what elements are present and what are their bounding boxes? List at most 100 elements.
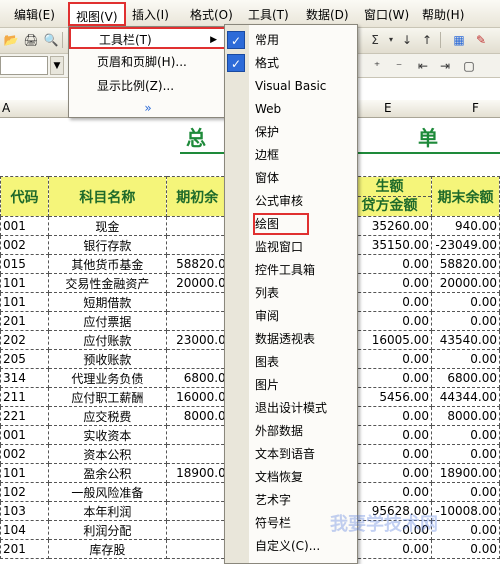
cell-code[interactable]: 205 xyxy=(0,349,49,369)
submenu-item[interactable]: 外部数据 xyxy=(255,420,303,442)
cell-opening[interactable] xyxy=(165,425,229,445)
submenu-item[interactable]: 符号栏 xyxy=(255,512,291,534)
cell-code[interactable]: 314 xyxy=(0,368,49,388)
submenu-item[interactable]: 文本到语音 xyxy=(255,443,315,465)
cell-opening[interactable]: 20000.0 xyxy=(165,273,229,293)
cell-opening[interactable] xyxy=(165,501,229,521)
cell-code[interactable]: 001 xyxy=(0,216,49,236)
cell-code[interactable]: 015 xyxy=(0,254,49,274)
increase-indent-icon[interactable]: ⇥ xyxy=(436,57,454,75)
cell-credit[interactable]: 0.00 xyxy=(347,482,432,502)
cell-closing[interactable]: -23049.00 xyxy=(430,235,500,255)
cell-opening[interactable] xyxy=(165,349,229,369)
cell-name[interactable]: 本年利润 xyxy=(47,501,167,521)
increase-decimal-icon[interactable]: ⁺ xyxy=(368,57,386,75)
cell-code[interactable]: 201 xyxy=(0,539,49,559)
cell-opening[interactable]: 8000.0 xyxy=(165,406,229,426)
chart-icon[interactable]: ▦ xyxy=(450,31,468,49)
menu-item-toolbars[interactable]: 工具栏(T) ▶ xyxy=(69,27,227,49)
cell-closing[interactable]: 0.00 xyxy=(430,425,500,445)
cell-credit[interactable]: 0.00 xyxy=(347,463,432,483)
cell-closing[interactable]: 6800.00 xyxy=(430,368,500,388)
cell-closing[interactable]: -10008.00 xyxy=(430,501,500,521)
submenu-item[interactable]: Visual Basic xyxy=(255,75,326,97)
cell-credit[interactable]: 16005.00 xyxy=(347,330,432,350)
menu-format[interactable]: 格式(O) xyxy=(190,6,233,23)
preview-icon[interactable]: 🔍 xyxy=(42,31,60,49)
submenu-item[interactable]: 公式审核 xyxy=(255,190,303,212)
cell-code[interactable]: 102 xyxy=(0,482,49,502)
cell-credit[interactable]: 0.00 xyxy=(347,539,432,559)
cell-opening[interactable]: 16000.0 xyxy=(165,387,229,407)
submenu-item[interactable]: 审阅 xyxy=(255,305,279,327)
cell-code[interactable]: 221 xyxy=(0,406,49,426)
cell-code[interactable]: 101 xyxy=(0,463,49,483)
cell-credit[interactable]: 0.00 xyxy=(347,254,432,274)
submenu-item[interactable]: 边框 xyxy=(255,144,279,166)
cell-name[interactable]: 代理业务负债 xyxy=(47,368,167,388)
cell-opening[interactable] xyxy=(165,482,229,502)
cell-closing[interactable]: 58820.00 xyxy=(430,254,500,274)
cell-closing[interactable]: 44344.00 xyxy=(430,387,500,407)
cell-name[interactable]: 资本公积 xyxy=(47,444,167,464)
name-box[interactable] xyxy=(0,56,48,75)
cell-code[interactable]: 101 xyxy=(0,292,49,312)
cell-opening[interactable] xyxy=(165,520,229,540)
cell-closing[interactable]: 43540.00 xyxy=(430,330,500,350)
sort-ascending-icon[interactable]: ↓ xyxy=(398,31,416,49)
column-letter[interactable]: E xyxy=(384,101,392,115)
submenu-item[interactable]: 图表 xyxy=(255,351,279,373)
cell-closing[interactable]: 0.00 xyxy=(430,292,500,312)
cell-credit[interactable]: 0.00 xyxy=(347,273,432,293)
menu-view[interactable]: 视图(V) xyxy=(68,2,126,26)
cell-opening[interactable] xyxy=(165,292,229,312)
borders-icon[interactable]: ▢ xyxy=(460,57,478,75)
cell-name[interactable]: 应付账款 xyxy=(47,330,167,350)
cell-credit[interactable]: 35150.00 xyxy=(347,235,432,255)
menu-edit[interactable]: 编辑(E) xyxy=(14,6,55,23)
cell-credit[interactable]: 0.00 xyxy=(347,425,432,445)
cell-credit[interactable]: 0.00 xyxy=(347,444,432,464)
menu-help[interactable]: 帮助(H) xyxy=(422,6,464,23)
cell-closing[interactable]: 8000.00 xyxy=(430,406,500,426)
cell-opening[interactable]: 23000.0 xyxy=(165,330,229,350)
cell-closing[interactable]: 940.00 xyxy=(430,216,500,236)
cell-opening[interactable] xyxy=(165,216,229,236)
cell-opening[interactable]: 6800.0 xyxy=(165,368,229,388)
cell-credit[interactable]: 0.00 xyxy=(347,311,432,331)
submenu-item[interactable]: 格式 xyxy=(255,52,279,74)
cell-opening[interactable] xyxy=(165,235,229,255)
cell-code[interactable]: 201 xyxy=(0,311,49,331)
menu-data[interactable]: 数据(D) xyxy=(306,6,349,23)
submenu-item[interactable]: 数据透视表 xyxy=(255,328,315,350)
expand-menu-icon[interactable]: » xyxy=(69,97,227,119)
cell-closing[interactable]: 0.00 xyxy=(430,311,500,331)
cell-closing[interactable]: 0.00 xyxy=(430,482,500,502)
cell-closing[interactable]: 0.00 xyxy=(430,349,500,369)
cell-name[interactable]: 盈余公积 xyxy=(47,463,167,483)
cell-credit[interactable]: 35260.00 xyxy=(347,216,432,236)
cell-opening[interactable] xyxy=(165,539,229,559)
cell-code[interactable]: 101 xyxy=(0,273,49,293)
submenu-item[interactable]: 艺术字 xyxy=(255,489,291,511)
cell-code[interactable]: 002 xyxy=(0,235,49,255)
print-icon[interactable]: 🖨 xyxy=(22,31,40,49)
cell-name[interactable]: 银行存款 xyxy=(47,235,167,255)
submenu-item[interactable]: 文档恢复 xyxy=(255,466,303,488)
menu-insert[interactable]: 插入(I) xyxy=(132,6,169,23)
submenu-item[interactable]: Web xyxy=(255,98,281,120)
cell-credit[interactable]: 0.00 xyxy=(347,292,432,312)
submenu-item[interactable]: 常用 xyxy=(255,29,279,51)
open-icon[interactable]: 📂 xyxy=(2,31,20,49)
decrease-indent-icon[interactable]: ⇤ xyxy=(414,57,432,75)
cell-credit[interactable]: 5456.00 xyxy=(347,387,432,407)
cell-name[interactable]: 应付票据 xyxy=(47,311,167,331)
cell-code[interactable]: 211 xyxy=(0,387,49,407)
submenu-item[interactable]: 退出设计模式 xyxy=(255,397,327,419)
menu-window[interactable]: 窗口(W) xyxy=(364,6,409,23)
cell-closing[interactable]: 18900.00 xyxy=(430,463,500,483)
menu-item-header-footer[interactable]: 页眉和页脚(H)... xyxy=(69,51,227,73)
cell-opening[interactable] xyxy=(165,444,229,464)
cell-name[interactable]: 短期借款 xyxy=(47,292,167,312)
submenu-item[interactable]: 控件工具箱 xyxy=(255,259,315,281)
